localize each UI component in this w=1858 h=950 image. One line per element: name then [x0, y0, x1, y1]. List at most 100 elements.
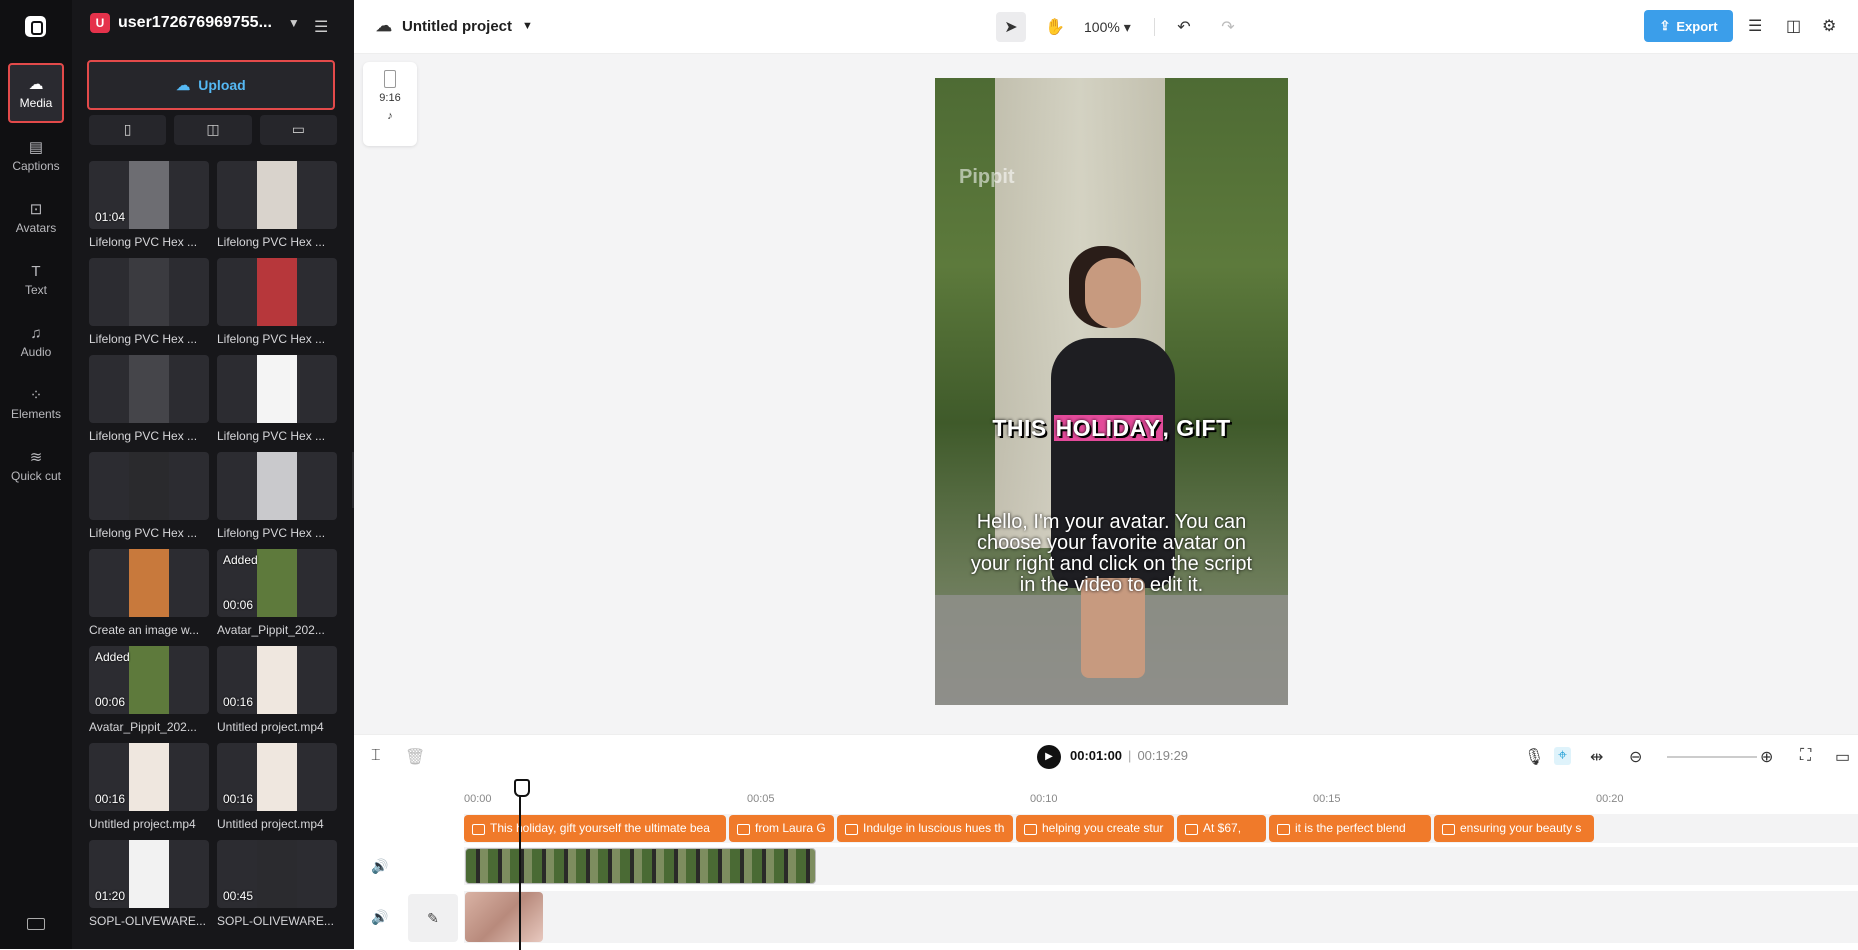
video-preview[interactable]: Pippit THIS HOLIDAY, GIFT Hello, I'm you… [935, 78, 1288, 705]
media-tile[interactable]: Lifelong PVC Hex ... [217, 452, 337, 549]
media-tile[interactable]: Lifelong PVC Hex ... [89, 355, 209, 452]
media-thumbnail[interactable] [89, 355, 209, 423]
landscape-filter-icon[interactable]: ▭ [259, 115, 337, 145]
rail-item-captions[interactable]: ▤ Captions [8, 126, 64, 186]
media-thumbnail[interactable]: Added 00:06 [217, 549, 337, 617]
fullscreen-icon[interactable]: ⛶ [1800, 747, 1811, 765]
caption-clip[interactable]: from Laura G [729, 815, 834, 842]
export-button[interactable]: ⇪ Export [1644, 10, 1733, 42]
image-clip[interactable] [465, 892, 543, 942]
total-time: 00:19:29 [1137, 748, 1189, 763]
upload-button[interactable]: ☁ Upload [87, 60, 335, 110]
caption-clip[interactable]: This holiday, gift yourself the ultimate… [464, 815, 726, 842]
elements-icon: ⁘ [29, 386, 43, 404]
media-tile[interactable]: Lifelong PVC Hex ... [217, 355, 337, 452]
duration-label: 00:45 [223, 889, 254, 903]
select-pointer-icon[interactable]: ➤ [996, 12, 1026, 42]
zoom-in-icon[interactable]: ⊕ [1760, 747, 1773, 767]
keyboard-shortcuts-icon[interactable] [27, 918, 45, 930]
media-thumbnail[interactable] [217, 452, 337, 520]
caption-clip[interactable]: Indulge in luscious hues th [837, 815, 1013, 842]
media-tile[interactable]: 01:20 SOPL-OLIVEWARE... [89, 840, 209, 937]
aspect-ratio-card[interactable]: 9:16 ♪ [363, 62, 417, 146]
media-tile[interactable]: Lifelong PVC Hex ... [89, 452, 209, 549]
layers-icon[interactable]: ☰ [1748, 16, 1762, 36]
duration-label: 01:04 [95, 210, 126, 224]
current-time: 00:01:00 [1070, 748, 1123, 763]
timeline-zoom-slider[interactable] [1667, 756, 1757, 758]
volume-icon[interactable]: 🔊 [371, 909, 388, 926]
timeline-ruler[interactable]: 00:00 00:05 00:10 00:15 00:20 [464, 791, 1858, 811]
media-thumbnail[interactable] [217, 355, 337, 423]
media-tile[interactable]: 00:45 SOPL-OLIVEWARE... [217, 840, 337, 937]
media-tile[interactable]: Create an image w... [89, 549, 209, 646]
split-trim-icon[interactable]: ⌶ [371, 747, 381, 765]
project-title-menu[interactable]: ☁ Untitled project ▼ [376, 16, 533, 36]
video-filter-icon[interactable]: ◫ [174, 115, 252, 145]
undo-icon[interactable]: ↶ [1169, 12, 1199, 42]
zoom-out-icon[interactable]: ⊖ [1629, 747, 1642, 767]
caption-clip[interactable]: helping you create stur [1016, 815, 1174, 842]
volume-icon[interactable]: 🔊 [371, 858, 388, 875]
media-tile[interactable]: Lifelong PVC Hex ... [217, 258, 337, 355]
rail-item-label: Captions [12, 158, 60, 173]
rail-item-text[interactable]: T Text [8, 250, 64, 310]
media-thumbnail[interactable]: 00:45 [217, 840, 337, 908]
microphone-icon[interactable]: 🎙 [1524, 747, 1544, 767]
account-switcher[interactable]: U user172676969755... ▼ [90, 13, 300, 33]
media-tile[interactable]: Lifelong PVC Hex ... [217, 161, 337, 258]
media-tile[interactable]: 01:04 Lifelong PVC Hex ... [89, 161, 209, 258]
media-thumbnail[interactable]: Added 00:06 [89, 646, 209, 714]
split-screen-icon[interactable]: ⇹ [1590, 747, 1603, 767]
media-tile[interactable]: 00:16 Untitled project.mp4 [217, 646, 337, 743]
media-tile[interactable]: 00:16 Untitled project.mp4 [89, 743, 209, 840]
portrait-filter-icon[interactable]: ▯ [89, 115, 167, 145]
rail-item-quick-cut[interactable]: ≋ Quick cut [8, 436, 64, 496]
image-track [464, 891, 1858, 943]
media-thumbnail[interactable] [89, 452, 209, 520]
rail-item-audio[interactable]: ♫ Audio [8, 312, 64, 372]
ruler-tick: 00:20 [1596, 793, 1624, 805]
media-thumbnail[interactable]: 00:16 [217, 646, 337, 714]
media-thumbnail[interactable]: 01:20 [89, 840, 209, 908]
delete-icon[interactable]: 🗑 [405, 747, 425, 767]
app-logo[interactable] [25, 16, 46, 37]
redo-icon[interactable]: ↷ [1213, 12, 1243, 42]
magnet-snap-icon[interactable]: ⌖ [1554, 747, 1572, 765]
video-clip[interactable] [465, 848, 816, 884]
play-button[interactable]: ▶ [1037, 745, 1061, 769]
caption-clip[interactable]: it is the perfect blend [1269, 815, 1431, 842]
caption-overlay[interactable]: THIS HOLIDAY, GIFT [935, 415, 1288, 442]
divider [1154, 18, 1155, 36]
zoom-select[interactable]: 100% ▾ [1084, 19, 1140, 36]
settings-gear-icon[interactable]: ⚙ [1822, 16, 1836, 36]
comment-icon[interactable]: ▭ [1835, 747, 1850, 767]
ratio-filter-tabs: ▯ ◫ ▭ [89, 115, 337, 145]
media-tile[interactable]: Lifelong PVC Hex ... [89, 258, 209, 355]
edit-pen-icon[interactable]: ✎ [408, 894, 458, 942]
media-thumbnail[interactable]: 01:04 [89, 161, 209, 229]
split-panel-icon[interactable]: ◫ [1786, 16, 1801, 36]
hand-pan-icon[interactable]: ✋ [1040, 12, 1070, 42]
media-tile[interactable]: Added 00:06 Avatar_Pippit_202... [89, 646, 209, 743]
media-thumbnail[interactable] [89, 549, 209, 617]
rail-item-media[interactable]: ☁ Media [8, 63, 64, 123]
cloud-upload-icon: ☁ [28, 75, 44, 93]
media-thumbnail[interactable] [217, 258, 337, 326]
media-name: Lifelong PVC Hex ... [89, 526, 198, 540]
playhead[interactable] [514, 779, 530, 950]
media-thumbnail[interactable]: 00:16 [217, 743, 337, 811]
caption-clip[interactable]: At $67, [1177, 815, 1266, 842]
menu-icon[interactable]: ☰ [314, 17, 328, 37]
media-thumbnail[interactable] [89, 258, 209, 326]
rail-item-avatars[interactable]: ⊡ Avatars [8, 188, 64, 248]
caption-clip[interactable]: ensuring your beauty s [1434, 815, 1594, 842]
media-tile[interactable]: Added 00:06 Avatar_Pippit_202... [217, 549, 337, 646]
media-thumbnail[interactable]: 00:16 [89, 743, 209, 811]
media-thumbnail[interactable] [217, 161, 337, 229]
caption-highlight: HOLIDAY [1053, 415, 1163, 441]
media-tile[interactable]: 00:16 Untitled project.mp4 [217, 743, 337, 840]
account-name: user172676969755... [118, 14, 272, 31]
script-text-overlay[interactable]: Hello, I'm your avatar. You can choose y… [963, 512, 1260, 596]
rail-item-elements[interactable]: ⁘ Elements [8, 374, 64, 434]
